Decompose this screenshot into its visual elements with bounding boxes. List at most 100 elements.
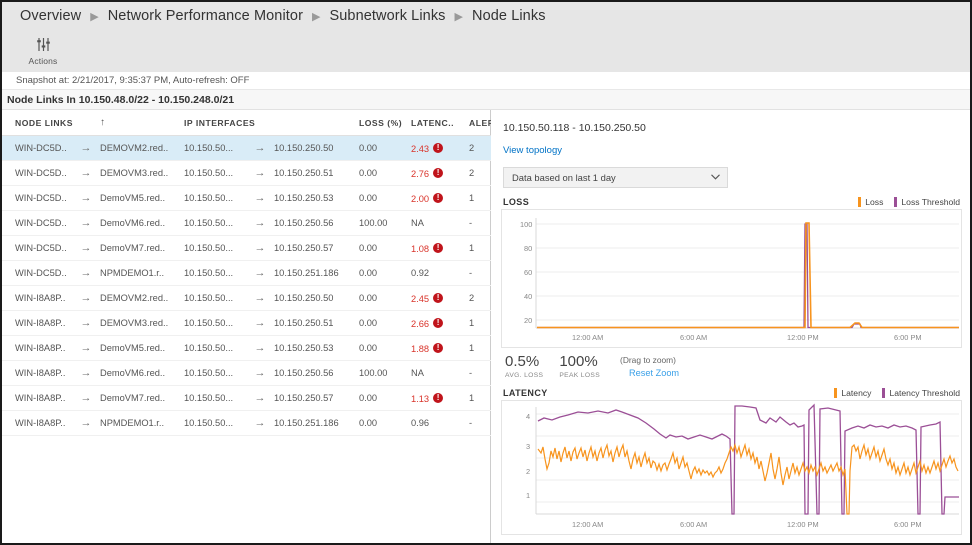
table-row[interactable]: WIN-DC5D..→DemoVM7.red..10.150.50...→10.… — [2, 236, 509, 261]
cell-source-ip: 10.150.50... — [184, 161, 246, 186]
svg-text:12:00 AM: 12:00 AM — [572, 333, 603, 342]
table-row[interactable]: WIN-DC5D..→NPMDEMO1.r..10.150.50...→10.1… — [2, 261, 509, 286]
cell-destination-ip: 10.150.250.56 — [274, 211, 359, 236]
npm-node-links-page: Overview ▶ Network Performance Monitor ▶… — [0, 0, 972, 545]
timerange-select[interactable]: Data based on last 1 day — [503, 167, 728, 188]
actions-button[interactable]: Actions — [16, 31, 70, 71]
cell-destination-ip: 10.150.250.51 — [274, 161, 359, 186]
cell-destination-node: DEMOVM2.red.. — [100, 286, 184, 311]
svg-text:6:00 PM: 6:00 PM — [894, 520, 922, 529]
table-row[interactable]: WIN-I8A8P..→DemoVM5.red..10.150.50...→10… — [2, 336, 509, 361]
arrow-right-icon: → — [72, 161, 100, 186]
loss-stats-row: 0.5% AVG. LOSS 100% PEAK LOSS (Drag to z… — [505, 354, 962, 379]
legend-label-latency: Latency — [841, 388, 871, 398]
cell-loss: 0.00 — [359, 261, 411, 286]
avg-loss-stat: 0.5% AVG. LOSS — [505, 354, 543, 379]
link-detail-pane: 10.150.50.118 - 10.150.250.50 View topol… — [491, 110, 970, 545]
svg-text:3: 3 — [526, 442, 530, 451]
cell-source-node: WIN-DC5D.. — [2, 161, 72, 186]
table-row[interactable]: WIN-DC5D..→DEMOVM3.red..10.150.50...→10.… — [2, 161, 509, 186]
loss-line — [537, 223, 959, 328]
legend-item-latency-threshold: Latency Threshold — [882, 388, 960, 398]
cell-source-node: WIN-I8A8P.. — [2, 286, 72, 311]
column-header-loss[interactable]: LOSS (%) — [359, 110, 411, 136]
peak-loss-stat: 100% PEAK LOSS — [559, 354, 600, 379]
table-row[interactable]: WIN-I8A8P..→DemoVM7.red..10.150.50...→10… — [2, 386, 509, 411]
section-title-bar: Node Links In 10.150.48.0/22 - 10.150.24… — [2, 90, 970, 110]
peak-latency-value: 3.3ms — [573, 541, 627, 545]
latency-stats-row: 2.4ms AVG. LATENCY 3.3ms PEAK LATENCY (D… — [505, 541, 962, 545]
loss-reset-zoom-link[interactable]: Reset Zoom — [629, 368, 679, 378]
column-header-sort[interactable]: ↑ — [100, 110, 184, 136]
chevron-down-icon — [711, 173, 720, 182]
latency-chart-header: LATENCY Latency Latency Threshold — [503, 388, 960, 398]
avg-latency-value: 2.4ms — [505, 541, 557, 545]
legend-label-loss: Loss — [865, 197, 883, 207]
table-row[interactable]: WIN-DC5D..→DemoVM6.red..10.150.50...→10.… — [2, 211, 509, 236]
cell-loss: 0.00 — [359, 311, 411, 336]
latency-grid — [536, 407, 959, 514]
cell-latency: 1.88 — [411, 336, 469, 361]
table-row[interactable]: WIN-I8A8P..→DEMOVM3.red..10.150.50...→10… — [2, 311, 509, 336]
breadcrumb-item-overview[interactable]: Overview — [20, 8, 81, 24]
cell-source-ip: 10.150.50... — [184, 136, 246, 161]
loss-chart[interactable]: 100 80 60 40 20 12:00 AM 6:00 AM 12:00 P… — [501, 209, 962, 348]
alert-icon — [433, 243, 443, 253]
table-row[interactable]: WIN-I8A8P..→NPMDEMO1.r..10.150.50...→10.… — [2, 411, 509, 436]
cell-latency: NA — [411, 361, 469, 386]
main-split: NODE LINKS ↑ IP INTERFACES LOSS (%) LATE… — [2, 110, 970, 545]
arrow-right-icon: → — [246, 386, 274, 411]
cell-loss: 0.00 — [359, 161, 411, 186]
column-header-latency[interactable]: LATENC.. — [411, 110, 469, 136]
cell-source-node: WIN-I8A8P.. — [2, 311, 72, 336]
view-topology-link[interactable]: View topology — [503, 145, 562, 156]
legend-swatch-latency-threshold — [882, 388, 885, 398]
latency-chart[interactable]: 4 3 2 1 12:00 AM 6:00 AM 12:00 PM 6:00 P… — [501, 400, 962, 535]
table-row[interactable]: WIN-DC5D..→DemoVM5.red..10.150.50...→10.… — [2, 186, 509, 211]
loss-chart-svg: 100 80 60 40 20 12:00 AM 6:00 AM 12:00 P… — [502, 210, 961, 347]
cell-latency: 2.76 — [411, 161, 469, 186]
loss-chart-legend: Loss Loss Threshold — [858, 197, 960, 207]
cell-source-node: WIN-I8A8P.. — [2, 336, 72, 361]
table-row[interactable]: WIN-I8A8P..→DEMOVM2.red..10.150.50...→10… — [2, 286, 509, 311]
detail-title: 10.150.50.118 - 10.150.250.50 — [503, 122, 962, 134]
cell-source-node: WIN-DC5D.. — [2, 186, 72, 211]
cell-loss: 100.00 — [359, 211, 411, 236]
loss-zoom-hint: (Drag to zoom) Reset Zoom — [620, 355, 679, 378]
table-row[interactable]: WIN-DC5D..→DEMOVM2.red..10.150.50...→10.… — [2, 136, 509, 161]
loss-threshold-line — [537, 224, 959, 328]
node-links-table: NODE LINKS ↑ IP INTERFACES LOSS (%) LATE… — [2, 110, 509, 436]
legend-label-latency-threshold: Latency Threshold — [889, 388, 960, 398]
cell-destination-ip: 10.150.250.56 — [274, 361, 359, 386]
column-header-ip-interfaces[interactable]: IP INTERFACES — [184, 110, 246, 136]
latency-y-ticks: 4 3 2 1 — [526, 412, 530, 500]
latency-chart-svg: 4 3 2 1 12:00 AM 6:00 AM 12:00 PM 6:00 P… — [502, 401, 961, 534]
cell-loss: 0.00 — [359, 236, 411, 261]
column-header-node-links[interactable]: NODE LINKS — [2, 110, 72, 136]
breadcrumb-item-subnetwork-links[interactable]: Subnetwork Links — [329, 8, 445, 24]
snapshot-bar: Snapshot at: 2/21/2017, 9:35:37 PM, Auto… — [2, 72, 970, 90]
legend-label-loss-threshold: Loss Threshold — [901, 197, 960, 207]
arrow-right-icon: → — [72, 211, 100, 236]
cell-source-ip: 10.150.50... — [184, 361, 246, 386]
cell-destination-ip: 10.150.251.186 — [274, 411, 359, 436]
cell-source-ip: 10.150.50... — [184, 261, 246, 286]
table-row[interactable]: WIN-I8A8P..→DemoVM6.red..10.150.50...→10… — [2, 361, 509, 386]
svg-text:100: 100 — [520, 220, 532, 229]
command-bar: Actions — [2, 30, 970, 72]
actions-button-label: Actions — [29, 56, 58, 66]
alert-icon — [433, 393, 443, 403]
breadcrumb-item-node-links[interactable]: Node Links — [472, 8, 546, 24]
svg-text:4: 4 — [526, 412, 530, 421]
cell-source-ip: 10.150.50... — [184, 186, 246, 211]
svg-text:6:00 AM: 6:00 AM — [680, 333, 707, 342]
cell-source-ip: 10.150.50... — [184, 236, 246, 261]
cell-latency: 2.00 — [411, 186, 469, 211]
arrow-right-icon: → — [72, 136, 100, 161]
cell-destination-ip: 10.150.251.186 — [274, 261, 359, 286]
arrow-right-icon: → — [246, 261, 274, 286]
latency-x-ticks: 12:00 AM 6:00 AM 12:00 PM 6:00 PM — [572, 520, 922, 529]
breadcrumb-item-network-performance-monitor[interactable]: Network Performance Monitor — [108, 8, 303, 24]
cell-destination-node: DEMOVM2.red.. — [100, 136, 184, 161]
cell-source-node: WIN-I8A8P.. — [2, 386, 72, 411]
